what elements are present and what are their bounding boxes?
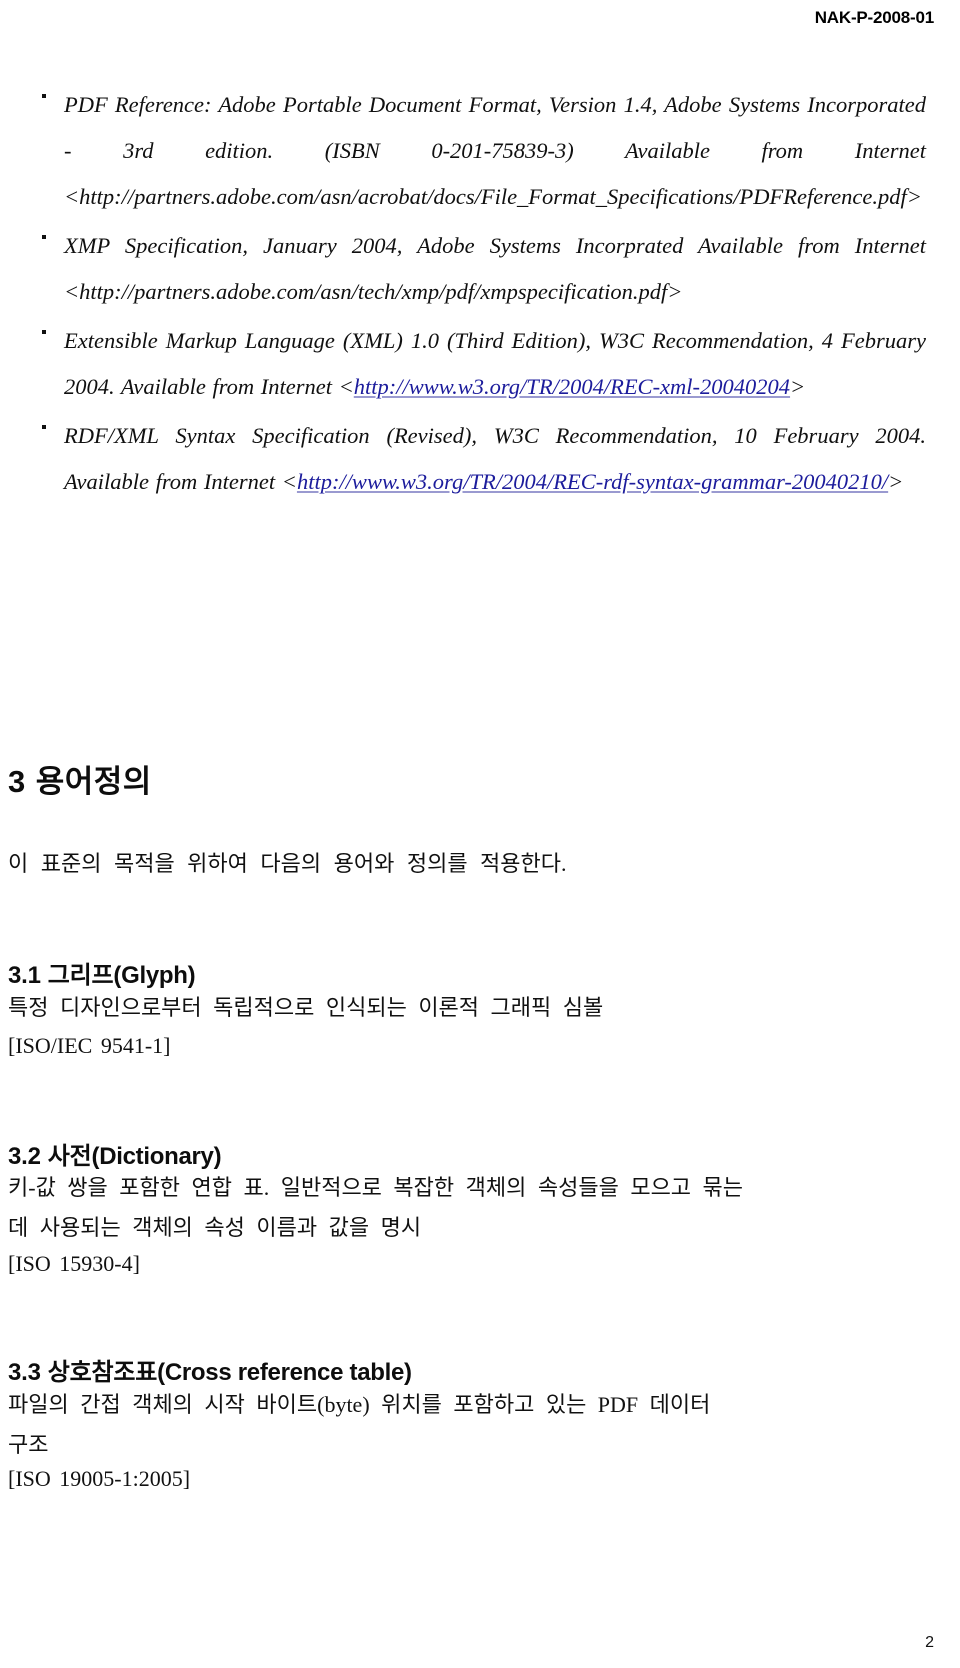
term-number: 3.2 xyxy=(8,1143,41,1170)
reference-text-rdf-xml-syntax: RDF/XML Syntax Specification (Revised), … xyxy=(64,413,926,505)
term-title-ko: 그리프 xyxy=(47,962,114,989)
document-page: NAK-P-2008-01 PDF Reference: Adobe Porta… xyxy=(0,0,960,1668)
reference-text-pdf-reference: PDF Reference: Adobe Portable Document F… xyxy=(64,82,926,220)
reference-text-run: > xyxy=(790,374,806,399)
term-body-line: 키-값 쌍을 포함한 연합 표. 일반적으로 복잡한 객체의 속성들을 모으고 … xyxy=(8,1175,744,1200)
term-source-3-1: [ISO/IEC 9541-1] xyxy=(8,1033,171,1058)
term-body-line: 구조 xyxy=(8,1432,49,1457)
term-body-3-2: 키-값 쌍을 포함한 연합 표. 일반적으로 복잡한 객체의 속성들을 모으고 … xyxy=(8,1168,743,1248)
term-heading-3-1: 3.1 그리프(Glyph) xyxy=(8,955,196,990)
page-number: 2 xyxy=(925,1634,934,1651)
hyperlink[interactable]: http://www.w3.org/TR/2004/REC-rdf-syntax… xyxy=(297,469,888,494)
term-source-3-3: [ISO 19005-1:2005] xyxy=(8,1466,191,1491)
term-number: 3.1 xyxy=(8,962,41,989)
reference-list: PDF Reference: Adobe Portable Document F… xyxy=(34,82,926,508)
reference-text-xml-specification: Extensible Markup Language (XML) 1.0 (Th… xyxy=(64,318,926,410)
bullet-icon xyxy=(42,235,46,239)
term-source-3-2: [ISO 15930-4] xyxy=(8,1251,140,1276)
term-body-line: 특정 디자인으로부터 독립적으로 인식되는 이론적 그래픽 심볼 xyxy=(8,995,604,1020)
term-body-line: 데 사용되는 객체의 속성 이름과 값을 명시 xyxy=(8,1215,422,1240)
section-intro-paragraph: 이 표준의 목적을 위하여 다음의 용어와 정의를 적용한다. xyxy=(8,851,567,876)
section-heading-3: 3 용어정의 xyxy=(8,756,152,801)
list-item: RDF/XML Syntax Specification (Revised), … xyxy=(34,413,926,505)
term-body-3-3: 파일의 간접 객체의 시작 바이트(byte) 위치를 포함하고 있는 PDF … xyxy=(8,1385,710,1465)
bullet-icon xyxy=(42,425,46,429)
term-heading-3-2: 3.2 사전(Dictionary) xyxy=(8,1136,222,1171)
term-title-ko: 사전 xyxy=(47,1143,92,1170)
bullet-icon xyxy=(42,330,46,334)
list-item: Extensible Markup Language (XML) 1.0 (Th… xyxy=(34,318,926,410)
bullet-icon xyxy=(42,94,46,98)
term-title-en: (Glyph) xyxy=(113,962,196,989)
reference-text-run: XMP Specification, January 2004, Adobe S… xyxy=(64,233,926,304)
term-body-3-1: 특정 디자인으로부터 독립적으로 인식되는 이론적 그래픽 심볼 xyxy=(8,988,603,1028)
term-title-en: (Cross reference table) xyxy=(157,1359,412,1386)
list-item: PDF Reference: Adobe Portable Document F… xyxy=(34,82,926,220)
section-number: 3 xyxy=(8,764,26,799)
reference-text-run: > xyxy=(888,469,904,494)
term-body-line: 파일의 간접 객체의 시작 바이트(byte) 위치를 포함하고 있는 PDF … xyxy=(8,1392,711,1417)
list-item: XMP Specification, January 2004, Adobe S… xyxy=(34,223,926,315)
reference-text-xmp-specification: XMP Specification, January 2004, Adobe S… xyxy=(64,223,926,315)
term-heading-3-3: 3.3 상호참조표(Cross reference table) xyxy=(8,1352,412,1387)
reference-text-run: PDF Reference: Adobe Portable Document F… xyxy=(64,92,926,209)
term-title-ko: 상호참조표 xyxy=(47,1359,158,1386)
document-header-id: NAK-P-2008-01 xyxy=(814,8,934,27)
section-title: 용어정의 xyxy=(35,764,152,799)
hyperlink[interactable]: http://www.w3.org/TR/2004/REC-xml-200402… xyxy=(354,374,790,399)
term-number: 3.3 xyxy=(8,1359,41,1386)
term-title-en: (Dictionary) xyxy=(91,1143,222,1170)
